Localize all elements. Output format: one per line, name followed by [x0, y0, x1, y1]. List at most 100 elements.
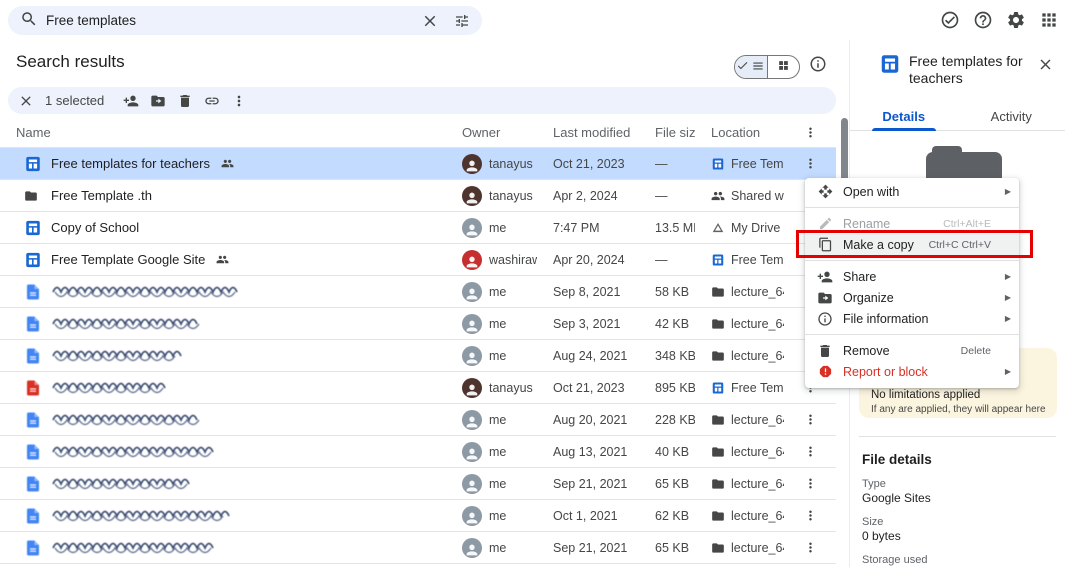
menu-item-label: Make a copy: [843, 238, 919, 252]
move-folder-icon[interactable]: [146, 89, 170, 113]
location-chip[interactable]: lecture_641: [695, 308, 784, 339]
clear-search-icon[interactable]: [418, 9, 442, 33]
table-row[interactable]: Free templates for teachers tanayus Oct …: [0, 148, 836, 180]
settings-gear-icon[interactable]: [1002, 6, 1030, 34]
view-details-button[interactable]: [804, 51, 832, 79]
selected-count: 1 selected: [45, 93, 104, 108]
location-icon: [711, 349, 725, 363]
table-row[interactable]: me Sep 3, 2021 42 KB lecture_641: [0, 308, 836, 340]
table-row[interactable]: tanayus Oct 21, 2023 895 KB Free Templa.…: [0, 372, 836, 404]
sync-status-icon[interactable]: [936, 6, 964, 34]
location-chip[interactable]: Free Templa...: [695, 244, 784, 275]
location-chip[interactable]: lecture_641: [695, 340, 784, 371]
location-chip[interactable]: lecture_641: [695, 436, 784, 467]
menu-item-organize[interactable]: Organize ▶: [805, 287, 1019, 308]
column-options-icon[interactable]: [798, 121, 822, 145]
search-bar[interactable]: [8, 6, 482, 35]
row-more-button[interactable]: [798, 504, 822, 528]
location-chip[interactable]: lecture_641: [695, 404, 784, 435]
location-chip[interactable]: lecture_641: [695, 500, 784, 531]
grid-view-button[interactable]: [767, 56, 800, 78]
location-name: lecture_641: [731, 477, 784, 491]
file-details-heading: File details: [862, 452, 1059, 467]
file-name: [51, 380, 171, 395]
table-row[interactable]: Free Template .th tanayus Apr 2, 2024 — …: [0, 180, 836, 212]
section-divider: [859, 436, 1056, 437]
location-icon: [711, 541, 725, 555]
owner-name: me: [489, 477, 506, 491]
location-icon: [711, 221, 725, 235]
menu-item-remove[interactable]: Remove Delete: [805, 340, 1019, 361]
last-modified: Sep 8, 2021: [537, 276, 639, 307]
table-row[interactable]: me Aug 24, 2021 348 KB lecture_641: [0, 340, 836, 372]
table-row[interactable]: Copy of School me 7:47 PM 13.5 MB My Dri…: [0, 212, 836, 244]
column-last-modified[interactable]: Last modified: [537, 118, 639, 147]
search-results-table: Name Owner Last modified File size Locat…: [0, 118, 836, 564]
menu-item-label: Organize: [843, 291, 981, 305]
table-row[interactable]: me Oct 1, 2021 62 KB lecture_641: [0, 500, 836, 532]
location-chip[interactable]: lecture_641: [695, 468, 784, 499]
apps-grid-icon[interactable]: [1035, 6, 1063, 34]
location-name: lecture_641: [731, 509, 784, 523]
help-icon[interactable]: [969, 6, 997, 34]
file-type-icon: [24, 347, 42, 365]
location-name: Free Templa...: [731, 253, 784, 267]
owner-avatar: [462, 282, 482, 302]
column-file-size[interactable]: File size: [639, 118, 695, 147]
tab-details[interactable]: Details: [850, 102, 958, 130]
submenu-arrow-icon: ▶: [1001, 187, 1011, 196]
table-row[interactable]: Free Template Google Site washirawan... …: [0, 244, 836, 276]
menu-divider: [805, 207, 1019, 208]
table-row[interactable]: me Aug 20, 2021 228 KB lecture_641: [0, 404, 836, 436]
search-input[interactable]: [46, 13, 410, 28]
location-chip[interactable]: Free Templa...: [695, 148, 784, 179]
menu-item-file-information[interactable]: File information ▶: [805, 308, 1019, 329]
row-more-button[interactable]: [798, 408, 822, 432]
table-row[interactable]: me Sep 21, 2021 65 KB lecture_641: [0, 532, 836, 564]
menu-item-report-or-block[interactable]: Report or block ▶: [805, 361, 1019, 382]
column-name[interactable]: Name: [0, 118, 446, 147]
field-label: Size: [862, 516, 1059, 529]
clear-selection-icon[interactable]: [14, 89, 38, 113]
last-modified: Sep 21, 2021: [537, 468, 639, 499]
column-owner[interactable]: Owner: [446, 118, 537, 147]
info-icon: [809, 55, 827, 76]
tab-activity[interactable]: Activity: [958, 102, 1065, 130]
page-title: Search results: [16, 52, 125, 72]
menu-item-icon: [817, 237, 833, 252]
share-person-add-icon[interactable]: [119, 89, 143, 113]
location-icon: [711, 445, 725, 459]
menu-item-icon: [817, 364, 833, 379]
location-chip[interactable]: Free Templa...: [695, 372, 784, 403]
location-chip[interactable]: My Drive: [695, 212, 784, 243]
table-row[interactable]: me Sep 8, 2021 58 KB lecture_641: [0, 276, 836, 308]
location-chip[interactable]: lecture_641: [695, 532, 784, 563]
row-more-button[interactable]: [798, 152, 822, 176]
link-icon[interactable]: [200, 89, 224, 113]
more-actions-icon[interactable]: [227, 89, 251, 113]
table-body: Free templates for teachers tanayus Oct …: [0, 148, 836, 564]
location-chip[interactable]: lecture_641: [695, 276, 784, 307]
row-more-button[interactable]: [798, 440, 822, 464]
table-row[interactable]: me Sep 21, 2021 65 KB lecture_641: [0, 468, 836, 500]
owner-name: me: [489, 445, 506, 459]
list-view-button[interactable]: [735, 56, 767, 78]
row-more-button[interactable]: [798, 536, 822, 560]
menu-item-share[interactable]: Share ▶: [805, 266, 1019, 287]
menu-item-rename[interactable]: Rename Ctrl+Alt+E: [805, 213, 1019, 234]
menu-item-open-with[interactable]: Open with ▶: [805, 181, 1019, 202]
location-name: Shared with ...: [731, 189, 784, 203]
close-panel-icon[interactable]: [1033, 52, 1057, 76]
trash-icon[interactable]: [173, 89, 197, 113]
location-chip[interactable]: Shared with ...: [695, 180, 784, 211]
row-more-button[interactable]: [798, 472, 822, 496]
submenu-arrow-icon: ▶: [1001, 272, 1011, 281]
menu-item-make-a-copy[interactable]: Make a copy Ctrl+C Ctrl+V: [805, 234, 1019, 255]
column-location[interactable]: Location: [695, 118, 784, 147]
search-options-icon[interactable]: [450, 9, 474, 33]
location-name: lecture_641: [731, 349, 784, 363]
table-row[interactable]: me Aug 13, 2021 40 KB lecture_641: [0, 436, 836, 468]
file-size: 58 KB: [639, 276, 695, 307]
file-size: —: [639, 244, 695, 275]
owner-name: washirawan...: [489, 253, 537, 267]
